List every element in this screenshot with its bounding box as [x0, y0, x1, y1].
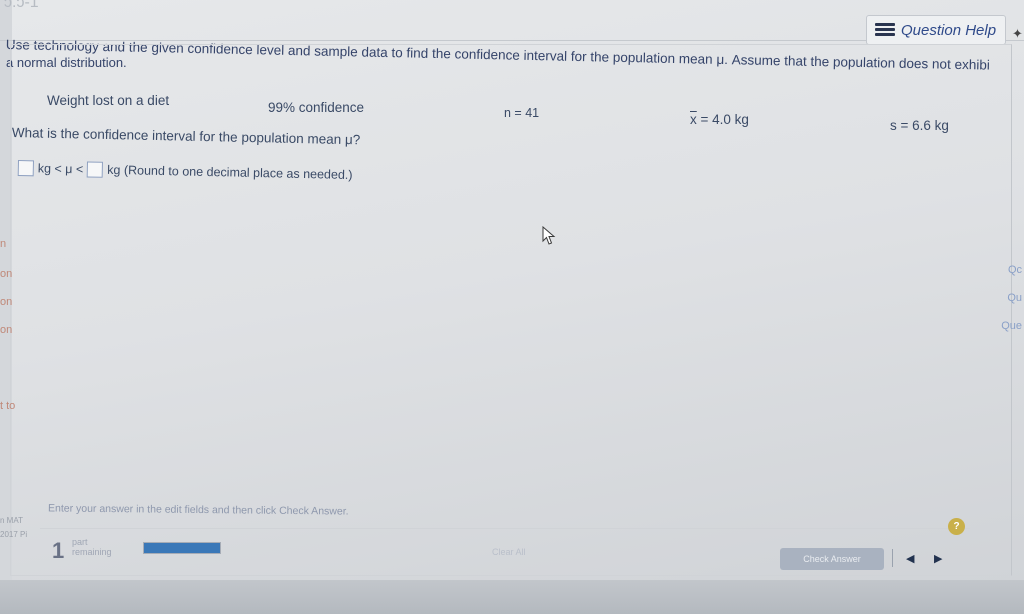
- left-fragment-7: 2017 Pi: [0, 530, 28, 539]
- progress-bar: [143, 542, 221, 554]
- gear-icon[interactable]: ✦: [1012, 26, 1023, 42]
- question-help-button[interactable]: Question Help: [866, 15, 1006, 45]
- monitor-bezel-band: [0, 580, 1024, 614]
- previous-question-icon[interactable]: ◀: [906, 552, 914, 565]
- parts-remaining-label: part remaining: [72, 537, 112, 557]
- lower-bound-input[interactable]: [17, 160, 34, 177]
- parts-label-line-2: remaining: [72, 547, 112, 557]
- xbar-value: = 4.0 kg: [696, 112, 749, 127]
- question-text: What is the confidence interval for the …: [11, 125, 361, 148]
- right-fragment-2: Qu: [1007, 292, 1022, 304]
- data-sample-sd: s = 6.6 kg: [890, 118, 949, 133]
- left-fragment-2: on: [0, 268, 13, 280]
- left-fragment-3: on: [0, 296, 13, 308]
- question-panel-border: [10, 44, 1012, 576]
- footer-hint: Enter your answer in the edit fields and…: [47, 502, 349, 518]
- left-fragment-4: on: [0, 324, 13, 336]
- right-fragment-3: Que: [1001, 320, 1022, 332]
- progress-fill: [144, 543, 220, 553]
- answer-row: kg < μ < kg (Round to one decimal place …: [17, 160, 353, 183]
- answer-tail-text: kg (Round to one decimal place as needed…: [107, 162, 353, 183]
- check-answer-button[interactable]: Check Answer: [780, 548, 884, 570]
- instructions-line-1: Use technology and the given confidence …: [5, 37, 990, 73]
- list-icon: [875, 23, 895, 37]
- parts-remaining-count: 1: [52, 538, 65, 563]
- help-icon[interactable]: ?: [948, 518, 965, 535]
- data-topic: Weight lost on a diet: [47, 93, 170, 108]
- xbar-symbol: x: [690, 112, 697, 127]
- left-fragment-1: n: [0, 238, 7, 250]
- clear-all-button[interactable]: Clear All: [492, 547, 526, 557]
- left-fragment-5: t to: [0, 400, 16, 412]
- parts-label-line-1: part: [72, 537, 88, 547]
- next-question-icon[interactable]: ▶: [934, 552, 942, 565]
- nav-divider: [892, 549, 893, 567]
- mouse-cursor-icon: [542, 226, 556, 245]
- question-help-label: Question Help: [901, 21, 997, 39]
- footer-divider: [40, 528, 970, 529]
- top-fragment: ɔ.ɔ-1: [4, 0, 39, 11]
- left-fragment-6: n MAT: [0, 516, 23, 525]
- data-sample-mean: x = 4.0 kg: [690, 112, 749, 127]
- upper-bound-input[interactable]: [87, 161, 104, 178]
- right-fragment-1: Qc: [1007, 264, 1022, 276]
- data-sample-size: n = 41: [504, 106, 540, 120]
- instructions-line-2: a normal distribution.: [6, 55, 127, 70]
- answer-middle-text: kg < μ <: [37, 161, 84, 177]
- screen: ɔ.ɔ-1 Question Help ✦ Use technology and…: [0, 0, 1024, 614]
- data-confidence: 99% confidence: [268, 100, 365, 115]
